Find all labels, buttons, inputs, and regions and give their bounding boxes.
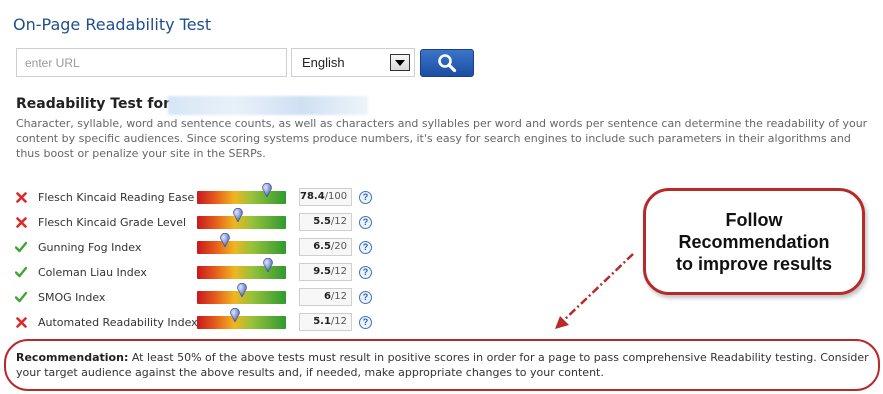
score-gauge (197, 207, 286, 229)
score-max: /12 (330, 291, 347, 302)
metric-row: Flesch Kincaid Reading Ease 78.4/100? (14, 182, 372, 207)
score-box: 9.5/12 (299, 263, 352, 281)
metric-label: Flesch Kincaid Reading Ease (38, 190, 195, 204)
check-icon (14, 290, 28, 304)
score-gauge (197, 182, 286, 204)
help-icon[interactable]: ? (359, 190, 372, 204)
search-button[interactable] (420, 49, 474, 77)
metric-row: Gunning Fog Index 6.5/20? (14, 232, 372, 257)
score-max: /12 (330, 316, 347, 327)
score-box: 5.1/12 (299, 313, 352, 331)
score-gauge (197, 257, 286, 279)
metric-label: SMOG Index (38, 290, 106, 304)
x-icon (14, 190, 28, 204)
help-icon[interactable]: ? (359, 315, 372, 329)
score-value: 6 (323, 291, 331, 302)
score-value: 5.5 (313, 216, 331, 227)
score-max: /20 (330, 241, 347, 252)
score-gauge (197, 282, 286, 304)
callout-box: Follow Recommendation to improve results (643, 188, 865, 295)
callout-text: Follow Recommendation to improve results (675, 209, 833, 274)
x-icon (14, 315, 28, 329)
gauge-marker-icon (220, 232, 231, 248)
metric-label: Automated Readability Index (38, 315, 198, 329)
gauge-marker-icon (262, 182, 273, 198)
redacted-url (168, 96, 368, 115)
language-select[interactable]: English (291, 48, 415, 77)
score-max: /12 (330, 266, 347, 277)
metric-row: Flesch Kincaid Grade Level 5.5/12? (14, 207, 372, 232)
help-icon[interactable]: ? (359, 265, 372, 279)
metric-row: Coleman Liau Index 9.5/12? (14, 257, 372, 282)
score-max: /100 (324, 191, 348, 202)
metric-label: Flesch Kincaid Grade Level (38, 215, 187, 229)
score-value: 78.4 (300, 191, 325, 202)
result-title: Readability Test for (16, 96, 170, 112)
x-icon (14, 215, 28, 229)
help-icon[interactable]: ? (359, 240, 372, 254)
score-gauge (197, 307, 286, 329)
metric-label: Gunning Fog Index (38, 240, 142, 254)
gauge-marker-icon (263, 257, 273, 273)
result-description: Character, syllable, word and sentence c… (16, 117, 868, 160)
metric-row: Automated Readability Index 5.1/12? (14, 307, 372, 332)
score-box: 78.4/100 (299, 188, 352, 206)
language-value: English (302, 55, 345, 70)
score-max: /12 (330, 216, 347, 227)
metric-row: SMOG Index 6/12? (14, 282, 372, 307)
gauge-marker-icon (230, 307, 241, 323)
check-icon (14, 265, 28, 279)
check-icon (14, 240, 28, 254)
score-value: 9.5 (313, 266, 331, 277)
help-icon[interactable]: ? (359, 215, 372, 229)
recommendation-text: At least 50% of the above tests must res… (16, 351, 869, 379)
gauge-marker-icon (233, 207, 243, 223)
score-value: 6.5 (313, 241, 331, 252)
page-title: On-Page Readability Test (13, 15, 212, 34)
gauge-marker-icon (236, 282, 247, 298)
score-gauge (197, 232, 286, 254)
search-icon (438, 54, 457, 73)
recommendation-label: Recommendation: (16, 351, 129, 364)
score-box: 6/12 (299, 288, 352, 306)
url-input[interactable] (16, 48, 287, 77)
score-value: 5.1 (313, 316, 331, 327)
score-box: 6.5/20 (299, 238, 352, 256)
score-box: 5.5/12 (299, 213, 352, 231)
chevron-down-icon[interactable] (390, 54, 410, 71)
metric-label: Coleman Liau Index (38, 265, 147, 279)
recommendation-box: Recommendation: At least 50% of the abov… (4, 339, 880, 391)
help-icon[interactable]: ? (359, 290, 372, 304)
